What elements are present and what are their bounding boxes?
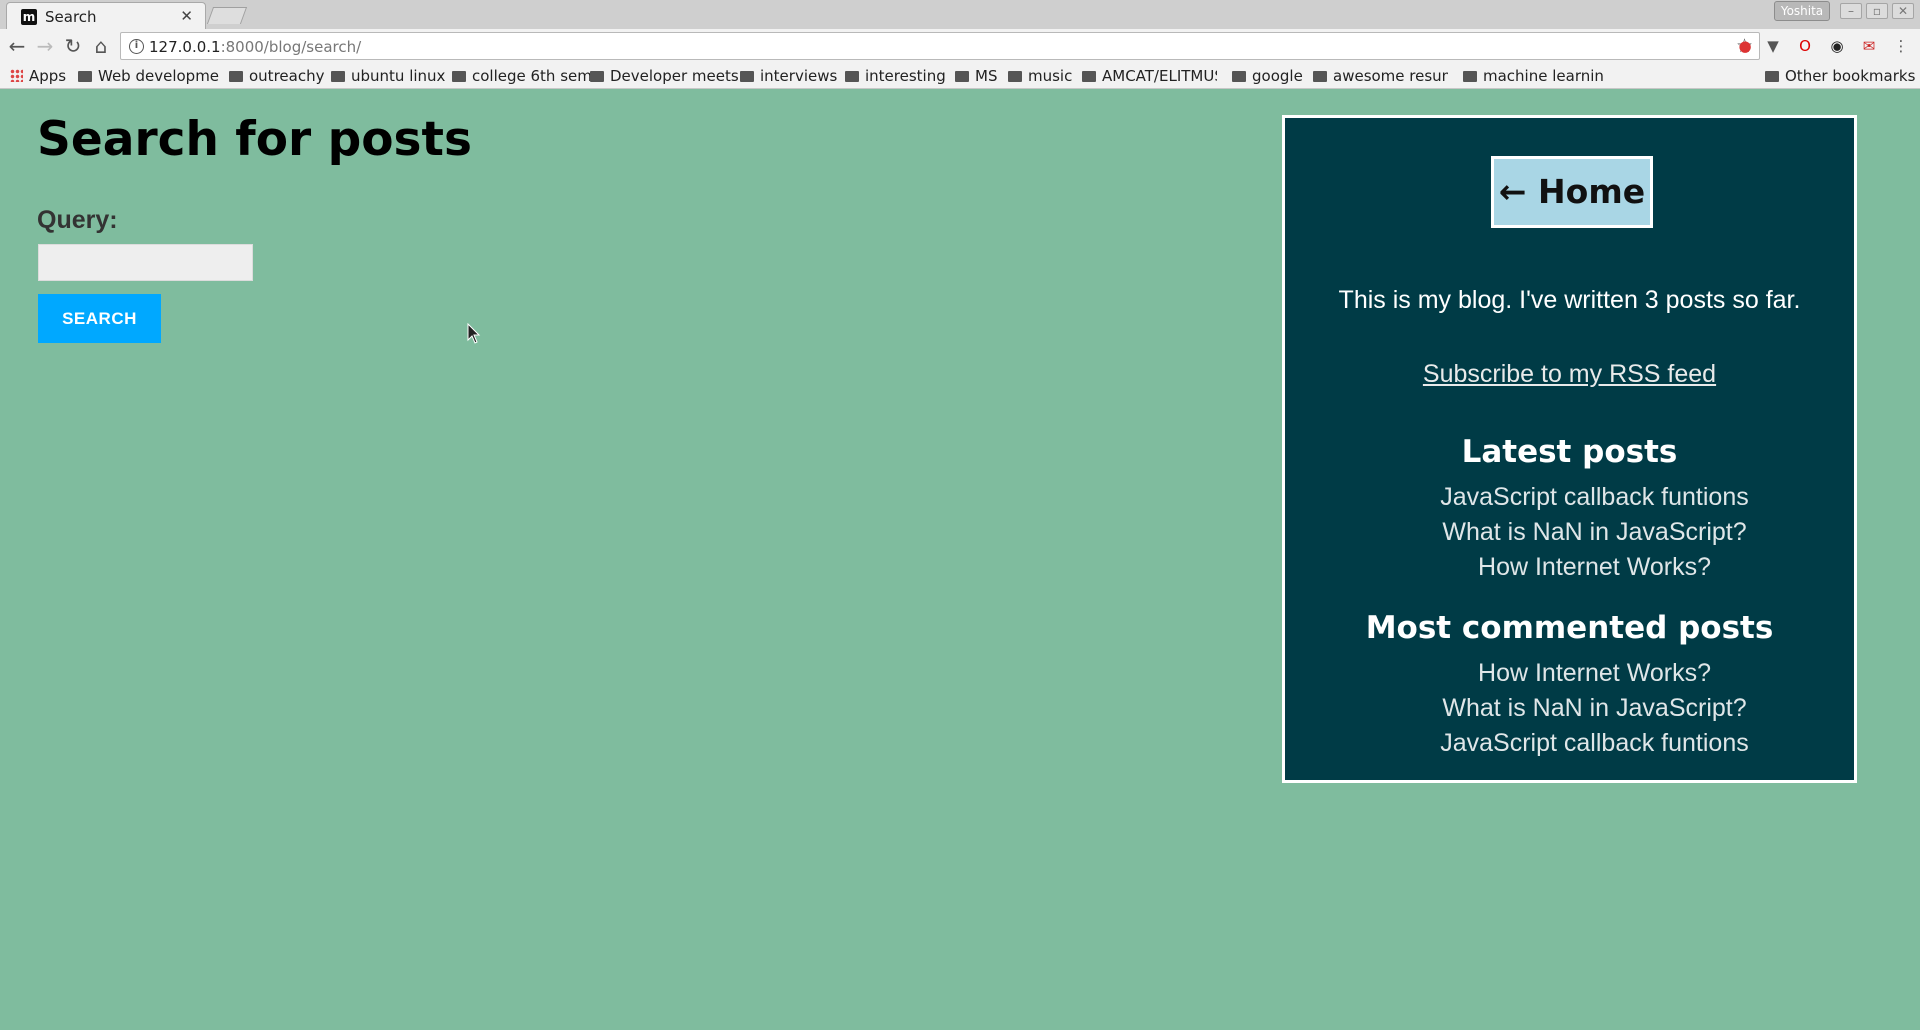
- home-button[interactable]: ← Home: [1491, 156, 1653, 228]
- query-input[interactable]: [38, 244, 253, 281]
- reload-icon[interactable]: ↻: [60, 33, 86, 59]
- close-window-icon[interactable]: ✕: [1892, 3, 1914, 19]
- bookmarks-bar: Apps Web developme outreachy ubuntu linu…: [0, 63, 1920, 89]
- maximize-icon[interactable]: ▫: [1866, 3, 1888, 19]
- bookmark-folder[interactable]: college 6th sem: [452, 67, 592, 85]
- rss-feed-link[interactable]: Subscribe to my RSS feed: [1285, 360, 1854, 389]
- bookmark-folder[interactable]: music: [1008, 67, 1072, 85]
- latest-posts-list: JavaScript callback funtions What is NaN…: [1285, 480, 1854, 585]
- github-icon[interactable]: ◉: [1826, 35, 1848, 57]
- post-link[interactable]: JavaScript callback funtions: [1285, 726, 1854, 761]
- post-link[interactable]: JavaScript callback funtions: [1285, 480, 1854, 515]
- address-bar[interactable]: i 127.0.0.1:8000/blog/search/ ☆: [120, 32, 1760, 60]
- site-info-icon[interactable]: i: [129, 39, 144, 54]
- apps-icon: [10, 69, 23, 82]
- mouse-cursor-icon: [467, 323, 481, 344]
- most-commented-list: How Internet Works? What is NaN in JavaS…: [1285, 656, 1854, 761]
- post-link[interactable]: How Internet Works?: [1285, 656, 1854, 691]
- post-link[interactable]: What is NaN in JavaScript?: [1285, 515, 1854, 550]
- folder-icon: [1232, 71, 1246, 82]
- bookmark-folder[interactable]: interesting: [845, 67, 946, 85]
- extension-red-icon[interactable]: ●: [1734, 35, 1756, 57]
- folder-icon: [1765, 71, 1779, 82]
- bookmark-folder[interactable]: MS: [955, 67, 997, 85]
- forward-icon[interactable]: →: [32, 33, 58, 59]
- sidebar: ← Home This is my blog. I've written 3 p…: [1282, 115, 1857, 783]
- browser-toolbar: ← → ↻ ⌂ i 127.0.0.1:8000/blog/search/ ☆ …: [0, 29, 1920, 63]
- most-commented-heading: Most commented posts: [1365, 610, 1774, 646]
- bookmark-folder[interactable]: AMCAT/ELITMUS: [1082, 67, 1217, 85]
- folder-icon: [590, 71, 604, 82]
- folder-icon: [1008, 71, 1022, 82]
- bookmark-folder[interactable]: machine learning: [1463, 67, 1603, 85]
- home-icon[interactable]: ⌂: [88, 33, 114, 59]
- bookmark-folder[interactable]: ubuntu linux: [331, 67, 445, 85]
- opera-icon[interactable]: O: [1794, 35, 1816, 57]
- bookmark-folder[interactable]: Developer meets: [590, 67, 739, 85]
- folder-icon: [845, 71, 859, 82]
- folder-icon: [1082, 71, 1096, 82]
- search-button[interactable]: Search: [38, 294, 161, 343]
- bookmark-folder[interactable]: Web developme: [78, 67, 219, 85]
- new-tab-button[interactable]: [206, 7, 248, 24]
- bookmark-folder[interactable]: outreachy: [229, 67, 324, 85]
- bookmark-folder[interactable]: interviews: [740, 67, 837, 85]
- tab-strip: m Search ✕ Yoshita – ▫ ✕: [0, 0, 1920, 29]
- pocket-icon[interactable]: ▼: [1762, 35, 1784, 57]
- folder-icon: [955, 71, 969, 82]
- query-label: Query:: [37, 206, 118, 234]
- browser-tab[interactable]: m Search ✕: [6, 2, 206, 29]
- post-link[interactable]: How Internet Works?: [1285, 550, 1854, 585]
- bookmark-apps[interactable]: Apps: [10, 67, 66, 85]
- folder-icon: [1313, 71, 1327, 82]
- page-content: Search for posts Query: Search ← Home Th…: [0, 90, 1920, 1030]
- minimize-icon[interactable]: –: [1840, 3, 1862, 19]
- back-icon[interactable]: ←: [4, 33, 30, 59]
- folder-icon: [229, 71, 243, 82]
- menu-icon[interactable]: ⋮: [1890, 35, 1912, 57]
- bookmark-folder[interactable]: awesome resum: [1313, 67, 1448, 85]
- folder-icon: [740, 71, 754, 82]
- profile-button[interactable]: Yoshita: [1774, 1, 1830, 21]
- bookmark-folder[interactable]: google: [1232, 67, 1303, 85]
- url-text: 127.0.0.1:8000/blog/search/: [149, 38, 362, 56]
- folder-icon: [452, 71, 466, 82]
- folder-icon: [331, 71, 345, 82]
- close-tab-icon[interactable]: ✕: [180, 7, 193, 25]
- post-link[interactable]: What is NaN in JavaScript?: [1285, 691, 1854, 726]
- dnd-mail-icon[interactable]: ✉: [1858, 35, 1880, 57]
- page-title: Search for posts: [37, 112, 472, 167]
- latest-posts-heading: Latest posts: [1461, 434, 1678, 470]
- folder-icon: [1463, 71, 1477, 82]
- blog-description: This is my blog. I've written 3 posts so…: [1338, 286, 1801, 314]
- favicon-icon: m: [21, 9, 37, 25]
- tab-title: Search: [45, 8, 97, 26]
- folder-icon: [78, 71, 92, 82]
- other-bookmarks[interactable]: Other bookmarks: [1765, 67, 1915, 85]
